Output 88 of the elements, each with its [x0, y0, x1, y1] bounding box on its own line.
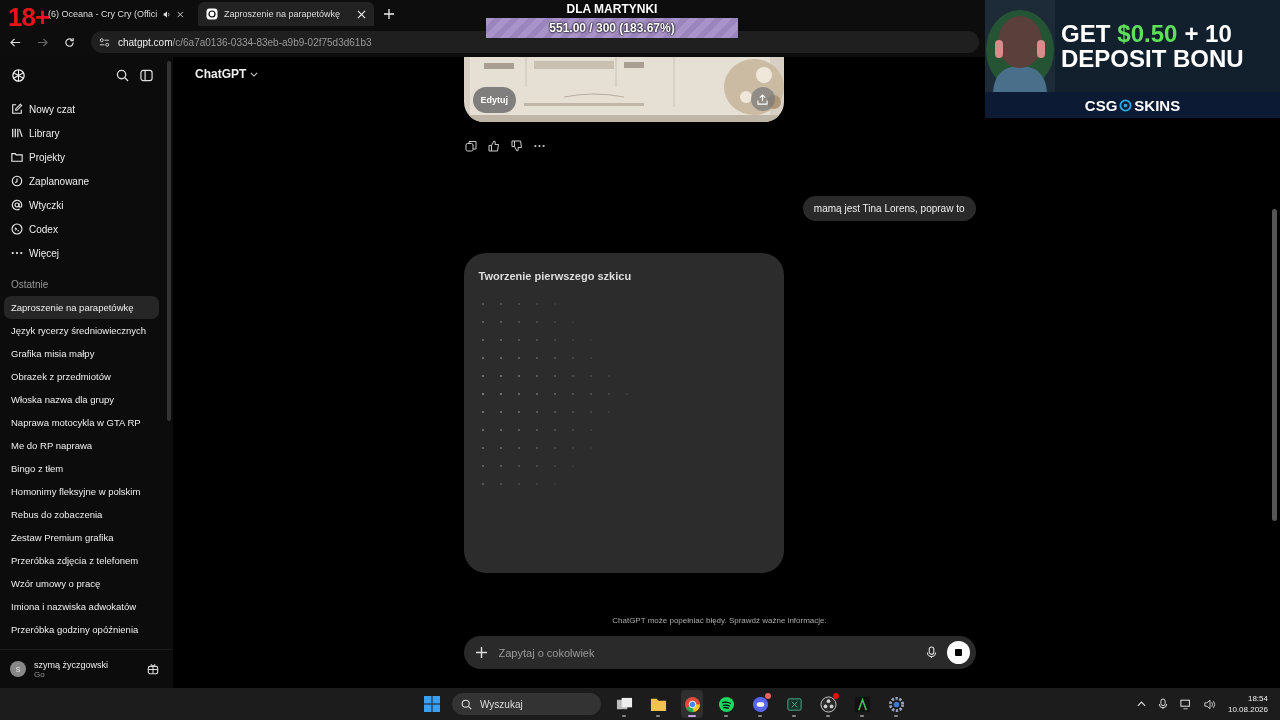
- chat-history-item[interactable]: Rebus do zobaczenia: [4, 503, 159, 526]
- search-icon[interactable]: [116, 68, 129, 82]
- scrollbar-thumb[interactable]: [1272, 209, 1277, 521]
- chat-history-item[interactable]: Bingo z tłem: [4, 457, 159, 480]
- tab-title: Zaproszenie na parapetówkę: [224, 9, 342, 19]
- thumbs-down-icon[interactable]: [510, 140, 523, 152]
- chat-history-item[interactable]: Homonimy fleksyjne w polskim: [4, 480, 159, 503]
- microphone-icon[interactable]: [925, 646, 937, 659]
- nav-item[interactable]: Codex: [0, 217, 173, 241]
- ad-headline-text: $0.50: [1117, 21, 1178, 46]
- more-icon[interactable]: [533, 144, 545, 148]
- user-name: szymą życzgowski: [34, 659, 109, 670]
- chevron-down-icon: [250, 71, 259, 77]
- chat-history-item[interactable]: Imiona i nazwiska adwokatów: [4, 595, 159, 618]
- sidebar-toggle-icon[interactable]: [140, 68, 153, 82]
- crosshair-icon: [1119, 98, 1133, 112]
- three-dots-circle-icon: [819, 695, 837, 713]
- plus-icon[interactable]: [475, 647, 487, 658]
- stop-button[interactable]: [946, 641, 970, 664]
- nav-item[interactable]: Więcej: [0, 241, 173, 265]
- disclaimer: ChatGPT może popełniać błędy. Sprawdź ważne informacje.: [612, 616, 827, 625]
- taskbar-app[interactable]: [681, 690, 703, 718]
- ad-banner[interactable]: GET $0.50 + 10 DEPOSIT BONU CSG SKINS: [985, 0, 1280, 118]
- sound-waves-logo-icon: [717, 695, 735, 713]
- close-icon[interactable]: [177, 9, 184, 19]
- chat-history-item[interactable]: Zaproszenie na parapetówkę: [4, 296, 159, 319]
- message-composer[interactable]: Zapytaj o cokolwiek: [463, 636, 976, 669]
- chat-history-item[interactable]: Grafika misia małpy: [4, 342, 159, 365]
- gift-icon[interactable]: [147, 663, 159, 675]
- chat-history-item[interactable]: Naprawa motocykla w GTA RP: [4, 411, 159, 434]
- url-text: chatgpt.com/c/6a7a0136-0334-83eb-a9b9-02f75d3d61b3: [118, 36, 372, 48]
- plan-label: Go: [34, 669, 45, 679]
- more-icon: [11, 251, 23, 255]
- at-sign-icon: [11, 199, 23, 211]
- ad-headline-text: + 10: [1184, 21, 1232, 46]
- chat-history-item[interactable]: Zestaw Premium grafika: [4, 526, 159, 549]
- chat-history-item[interactable]: Obrazek z przedmiotów: [4, 365, 159, 388]
- gear-icon: [887, 695, 905, 713]
- clock[interactable]: 18:54 10.08.2026: [1227, 693, 1268, 715]
- taskbar-search[interactable]: Wyszukaj: [452, 693, 601, 715]
- brand-text: SKINS: [1134, 96, 1181, 114]
- plus-icon[interactable]: [384, 9, 394, 19]
- site-settings-icon[interactable]: [99, 36, 110, 48]
- ring-logo-icon: [683, 695, 701, 713]
- browser-tab[interactable]: Zaproszenie na parapetówkę: [198, 2, 374, 26]
- chat-history-item[interactable]: Przeróbka zdjęcia z telefonem: [4, 549, 159, 572]
- books-icon: [11, 127, 23, 139]
- reload-icon[interactable]: [64, 36, 75, 48]
- chat-history-item[interactable]: Język rycerzy średniowiecznych: [4, 319, 159, 342]
- chat-history-item[interactable]: Wzór umowy o pracę: [4, 572, 159, 595]
- scrollbar-thumb[interactable]: [167, 61, 171, 421]
- chat-history-item[interactable]: Przeróbka godziny opóźnienia: [4, 618, 159, 641]
- model-selector[interactable]: ChatGPT: [195, 67, 259, 81]
- search-icon: [461, 698, 472, 710]
- ad-headline-text: DEPOSIT BONU: [1061, 46, 1244, 71]
- nav-item[interactable]: Wtyczki: [0, 193, 173, 217]
- ad-headline-text: GET: [1061, 21, 1111, 46]
- folder-icon: [11, 151, 23, 163]
- nav-item[interactable]: Zaplanowane: [0, 169, 173, 193]
- lambda-icon: [853, 695, 871, 713]
- close-icon[interactable]: [357, 9, 366, 19]
- nav-item[interactable]: Nowy czat: [0, 97, 173, 121]
- speaker-icon[interactable]: [1203, 698, 1216, 710]
- goal-title: DLA MARTYNKI: [566, 2, 658, 16]
- chat-history-item[interactable]: Me do RP naprawa: [4, 434, 159, 457]
- tab-title: (6) Oceana - Cry Cry (Offici: [48, 9, 158, 19]
- pencil-square-icon: [11, 103, 23, 115]
- user-message: mamą jest Tina Lorens, popraw to: [802, 196, 976, 221]
- nav-item[interactable]: Library: [0, 121, 173, 145]
- forward-icon[interactable]: [37, 36, 48, 48]
- microphone-icon[interactable]: [1157, 698, 1168, 710]
- section-heading: Ostatnie: [10, 278, 50, 292]
- chevron-up-icon[interactable]: [1136, 701, 1146, 707]
- date-text: 10.08.2026: [1227, 704, 1268, 715]
- back-icon[interactable]: [10, 36, 21, 48]
- upload-icon: [757, 93, 768, 105]
- cross-box-icon: [785, 695, 803, 713]
- chat-history-item[interactable]: Włoska nazwa dla grupy: [4, 388, 159, 411]
- monitor-icon[interactable]: [1179, 698, 1192, 710]
- copy-icon[interactable]: [464, 140, 477, 152]
- clock-icon: [11, 175, 23, 187]
- draft-status: Tworzenie pierwszego szkicu: [478, 270, 633, 282]
- message-input[interactable]: Zapytaj o cokolwiek: [496, 645, 916, 660]
- time-text: 18:54: [1247, 693, 1268, 704]
- brand-text: CSG: [1084, 96, 1118, 114]
- terminal-icon: [11, 223, 23, 235]
- nav-item[interactable]: Projekty: [0, 145, 173, 169]
- thumbs-up-icon[interactable]: [487, 140, 500, 152]
